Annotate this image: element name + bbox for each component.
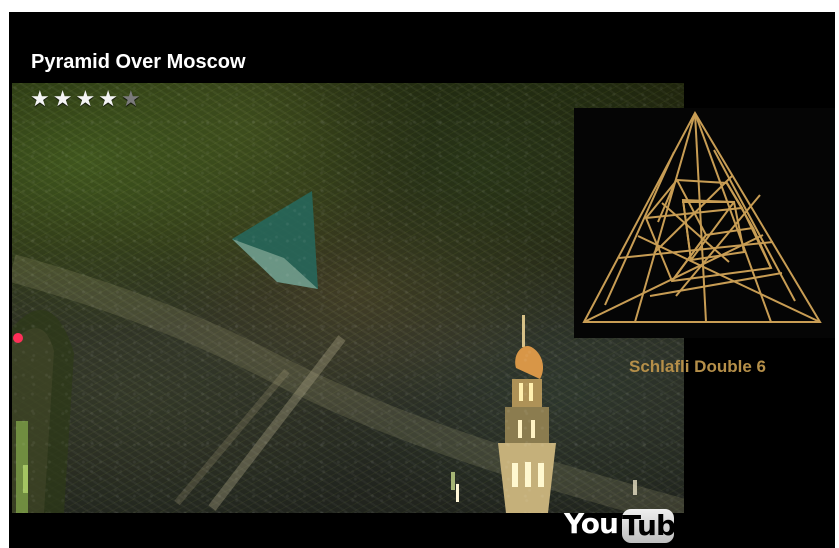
star-icon: ★	[98, 86, 118, 111]
youtube-tube-text: Tube	[622, 509, 694, 543]
youtube-you-text: You	[564, 507, 619, 540]
rating-stars: ★ ★ ★ ★ ★	[30, 88, 141, 110]
diagram-caption: Schlafli Double 6	[629, 357, 766, 376]
schlafli-diagram-panel	[574, 108, 835, 338]
video-title: Pyramid Over Moscow	[31, 51, 246, 73]
star-icon: ★	[75, 86, 96, 111]
star-icon: ★	[30, 86, 50, 111]
schlafli-double-six-diagram	[582, 110, 822, 323]
star-icon: ★	[52, 86, 73, 111]
youtube-logo[interactable]: You Tube	[564, 506, 694, 548]
star-icon: ★	[120, 86, 141, 111]
video-player[interactable]: Pyramid Over Moscow ★ ★ ★ ★ ★ Schlafli D…	[9, 12, 835, 548]
